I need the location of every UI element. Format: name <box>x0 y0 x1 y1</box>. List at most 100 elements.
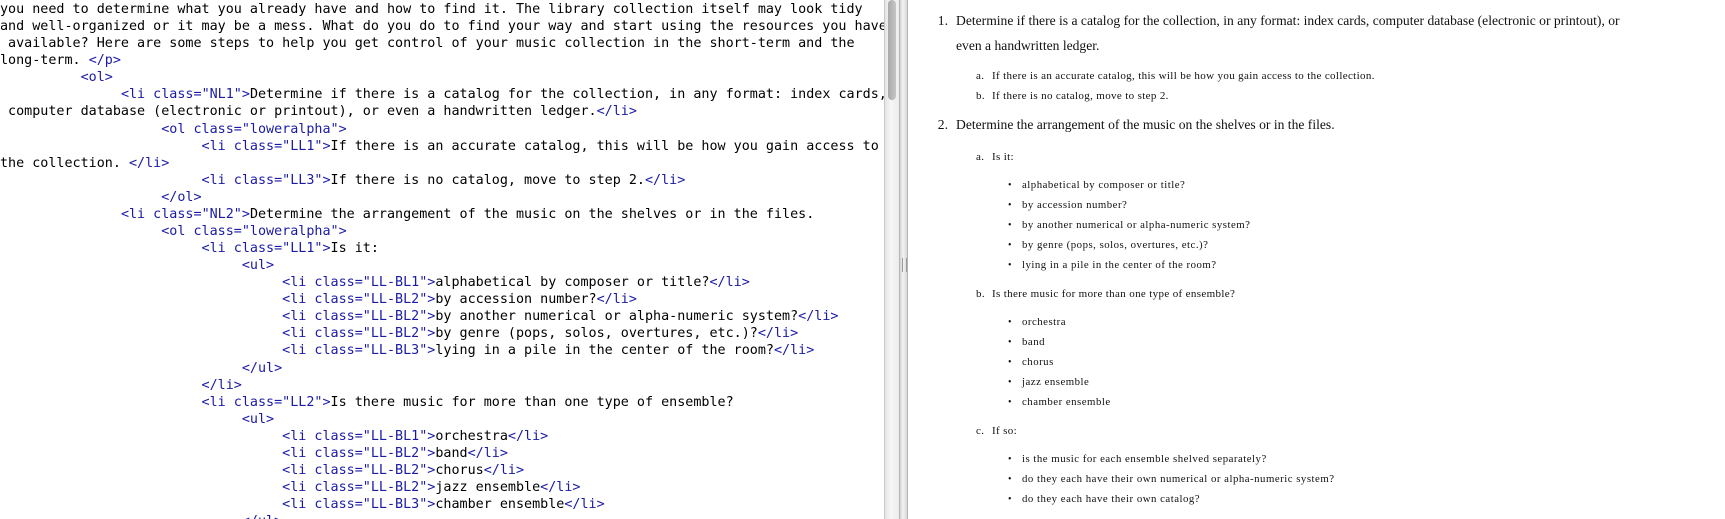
bullet-icon: • <box>1008 337 1012 348</box>
code-attr-value: "LL-BL2" <box>362 292 428 308</box>
code-text: lying in a pile in the center of the roo… <box>435 343 774 359</box>
bullet-item: do they each have their own numerical or… <box>1022 473 1335 485</box>
code-attr-value: "LL3" <box>282 172 323 188</box>
sub-list-marker: a. <box>976 70 985 82</box>
code-tag: <li class= <box>282 497 363 512</box>
pane-splitter[interactable] <box>899 0 908 519</box>
code-text: Is there music for more than one type of… <box>330 394 734 410</box>
list-item-text: even a handwritten ledger. <box>956 38 1100 53</box>
code-line: <li class="LL-BL2">jazz ensemble</li> <box>0 479 580 496</box>
bullet-icon: • <box>1008 260 1012 271</box>
code-attr-value: "LL1" <box>282 241 323 256</box>
list-item-text: Determine the arrangement of the music o… <box>956 117 1335 132</box>
code-tag: </li> <box>709 275 750 291</box>
bullet-item: do they each have their own catalog? <box>1022 493 1201 505</box>
code-tag: </li> <box>596 104 637 120</box>
code-tag: <li class= <box>201 138 283 154</box>
sub-list-item: If so: <box>992 425 1018 437</box>
code-tag: </li> <box>507 428 549 444</box>
code-line: long-term. </p> <box>0 52 121 69</box>
code-line: <ol class="loweralpha"> <box>0 121 346 138</box>
sub-list-marker: b. <box>976 90 985 102</box>
code-line: available? Here are some steps to help y… <box>0 35 855 52</box>
code-attr-value: "loweralpha" <box>241 223 339 239</box>
code-tag: </li> <box>596 292 637 308</box>
code-text: alphabetical by composer or title? <box>435 275 710 291</box>
bullet-item: by genre (pops, solos, overtures, etc.)? <box>1022 239 1209 251</box>
code-line: <li class="NL1">Determine if there is a … <box>0 86 884 103</box>
code-tag: <li class= <box>282 462 363 478</box>
bullet-item: alphabetical by composer or title? <box>1022 179 1186 191</box>
code-tag: <li class= <box>282 445 363 461</box>
splitter-grip-icon[interactable] <box>902 258 907 272</box>
code-tag: > <box>322 394 331 410</box>
code-tag: <ul> <box>241 411 275 427</box>
code-tag: > <box>322 241 331 256</box>
code-tag: <li class= <box>282 480 363 495</box>
code-text: orchestra <box>435 428 508 444</box>
sub-list-item: Is it: <box>992 151 1014 163</box>
code-line: </ul> <box>0 360 282 377</box>
bullet-item: lying in a pile in the center of the roo… <box>1022 259 1217 271</box>
bullet-item: orchestra <box>1022 316 1067 328</box>
code-line: <li class="LL-BL2">by accession number?<… <box>0 291 637 308</box>
code-line: </li> <box>0 377 242 394</box>
code-line: <li class="LL-BL3">chamber ensemble</li> <box>0 496 605 513</box>
code-tag: > <box>241 87 250 103</box>
rendered-preview-pane: 1. Determine if there is a catalog for t… <box>908 0 1725 519</box>
source-code-pane[interactable]: you need to determine what you already h… <box>0 0 884 519</box>
code-line: <ol class="loweralpha"> <box>0 223 346 240</box>
code-line: </ol> <box>0 189 202 206</box>
code-attr-value: "LL-BL2" <box>362 309 428 325</box>
code-tag: <li class= <box>201 241 283 256</box>
source-scrollbar[interactable] <box>884 0 899 519</box>
code-text: jazz ensemble <box>435 480 541 495</box>
code-tag: <li class= <box>282 428 363 444</box>
code-tag: </li> <box>564 497 605 512</box>
code-line: <li class="LL1">Is it: <box>0 240 379 257</box>
code-line: </ul> <box>0 513 282 519</box>
code-text: If there is an accurate catalog, this wi… <box>330 138 879 154</box>
code-tag: > <box>322 172 331 188</box>
bullet-icon: • <box>1008 474 1012 485</box>
code-tag: </li> <box>540 480 581 495</box>
code-tag: </li> <box>798 309 839 325</box>
code-line: <li class="LL-BL2">by genre (pops, solos… <box>0 325 798 342</box>
code-tag: <li class= <box>282 309 363 325</box>
code-line: <li class="LL2">Is there music for more … <box>0 394 734 411</box>
code-attr-value: "LL-BL2" <box>362 462 428 478</box>
code-line: <li class="LL1">If there is an accurate … <box>0 138 879 155</box>
code-text: you need to determine what you already h… <box>0 2 863 17</box>
code-line: and well-organized or it may be a mess. … <box>0 18 884 35</box>
code-tag: <li class= <box>282 326 363 342</box>
code-text: by another numerical or alpha-numeric sy… <box>435 309 799 325</box>
bullet-item: jazz ensemble <box>1022 376 1090 388</box>
code-text: band <box>435 445 468 461</box>
code-line: <li class="LL-BL2">by another numerical … <box>0 308 838 325</box>
code-line: the collection. </li> <box>0 155 169 172</box>
bullet-item: by accession number? <box>1022 199 1128 211</box>
code-text: by accession number? <box>435 292 597 308</box>
scrollbar-thumb[interactable] <box>888 0 896 100</box>
code-text: chorus <box>435 462 484 478</box>
sub-list-item: Is there music for more than one type of… <box>992 288 1236 300</box>
code-text: chamber ensemble <box>435 497 565 512</box>
list-number: 2. <box>937 117 948 132</box>
code-tag: </li> <box>757 326 799 342</box>
code-tag: </ol> <box>161 189 202 205</box>
bullet-icon: • <box>1008 377 1012 388</box>
code-text: long-term. <box>0 53 89 69</box>
code-tag: <ol> <box>80 70 113 86</box>
